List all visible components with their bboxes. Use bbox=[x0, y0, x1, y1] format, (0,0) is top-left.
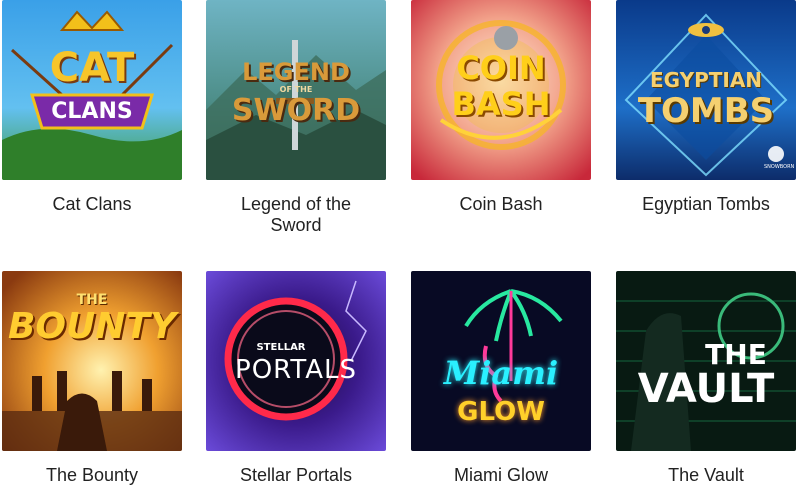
game-card-coin-bash[interactable]: COIN BASH Coin Bash bbox=[411, 0, 591, 215]
game-thumbnail[interactable]: THE BOUNTY bbox=[2, 271, 182, 451]
game-logo-text: STELLAR bbox=[256, 342, 306, 353]
game-logo-text: COIN bbox=[456, 49, 546, 87]
provider-badge: SNOWBORN bbox=[764, 164, 795, 170]
game-thumbnail[interactable]: STELLAR PORTALS bbox=[206, 271, 386, 451]
game-logo-text: Miami bbox=[443, 354, 559, 392]
game-thumbnail[interactable]: COIN BASH bbox=[411, 0, 591, 180]
game-thumbnail[interactable]: THE VAULT bbox=[616, 271, 796, 451]
game-title[interactable]: Cat Clans bbox=[2, 194, 182, 215]
game-logo-text: TOMBS bbox=[637, 91, 775, 131]
game-logo-text: THE bbox=[76, 292, 108, 308]
game-card-legend-of-the-sword[interactable]: LEGEND OF THE SWORD Legend of the Sword bbox=[206, 0, 386, 236]
game-grid: CAT CLANS Cat Clans LEGEND OF THE SWORD bbox=[0, 0, 800, 492]
game-thumbnail[interactable]: LEGEND OF THE SWORD bbox=[206, 0, 386, 180]
game-title[interactable]: Legend of the Sword bbox=[206, 194, 386, 236]
game-card-miami-glow[interactable]: Miami GLOW Miami Glow bbox=[411, 271, 591, 486]
game-thumbnail[interactable]: EGYPTIAN TOMBS SNOWBORN bbox=[616, 0, 796, 180]
game-title[interactable]: Stellar Portals bbox=[206, 465, 386, 486]
game-logo-text: CLANS bbox=[51, 99, 133, 124]
game-logo-text: SWORD bbox=[231, 93, 361, 128]
game-card-egyptian-tombs[interactable]: EGYPTIAN TOMBS SNOWBORN Egyptian Tombs bbox=[616, 0, 796, 215]
game-thumbnail[interactable]: Miami GLOW bbox=[411, 271, 591, 451]
game-card-the-vault[interactable]: THE VAULT The Vault bbox=[616, 271, 796, 486]
game-logo-text: BOUNTY bbox=[7, 306, 177, 347]
game-logo-text: CAT bbox=[49, 45, 135, 91]
game-logo-text: PORTALS bbox=[235, 355, 357, 385]
game-thumbnail[interactable]: CAT CLANS bbox=[2, 0, 182, 180]
game-title[interactable]: Egyptian Tombs bbox=[616, 194, 796, 215]
game-logo-text: EGYPTIAN bbox=[649, 68, 763, 92]
game-title[interactable]: Coin Bash bbox=[411, 194, 591, 215]
game-card-cat-clans[interactable]: CAT CLANS Cat Clans bbox=[2, 0, 182, 215]
snowborn-logo-icon bbox=[768, 146, 784, 162]
game-logo-text: GLOW bbox=[457, 397, 545, 427]
game-title[interactable]: The Vault bbox=[616, 465, 796, 486]
game-logo-text: VAULT bbox=[637, 366, 775, 412]
game-card-the-bounty[interactable]: THE BOUNTY The Bounty bbox=[2, 271, 182, 486]
game-logo-text: LEGEND bbox=[242, 58, 350, 86]
game-title[interactable]: Miami Glow bbox=[411, 465, 591, 486]
game-title[interactable]: The Bounty bbox=[2, 465, 182, 486]
game-logo-text: THE bbox=[705, 338, 767, 371]
game-card-stellar-portals[interactable]: STELLAR PORTALS Stellar Portals bbox=[206, 271, 386, 486]
game-logo-text: BASH bbox=[451, 85, 551, 123]
